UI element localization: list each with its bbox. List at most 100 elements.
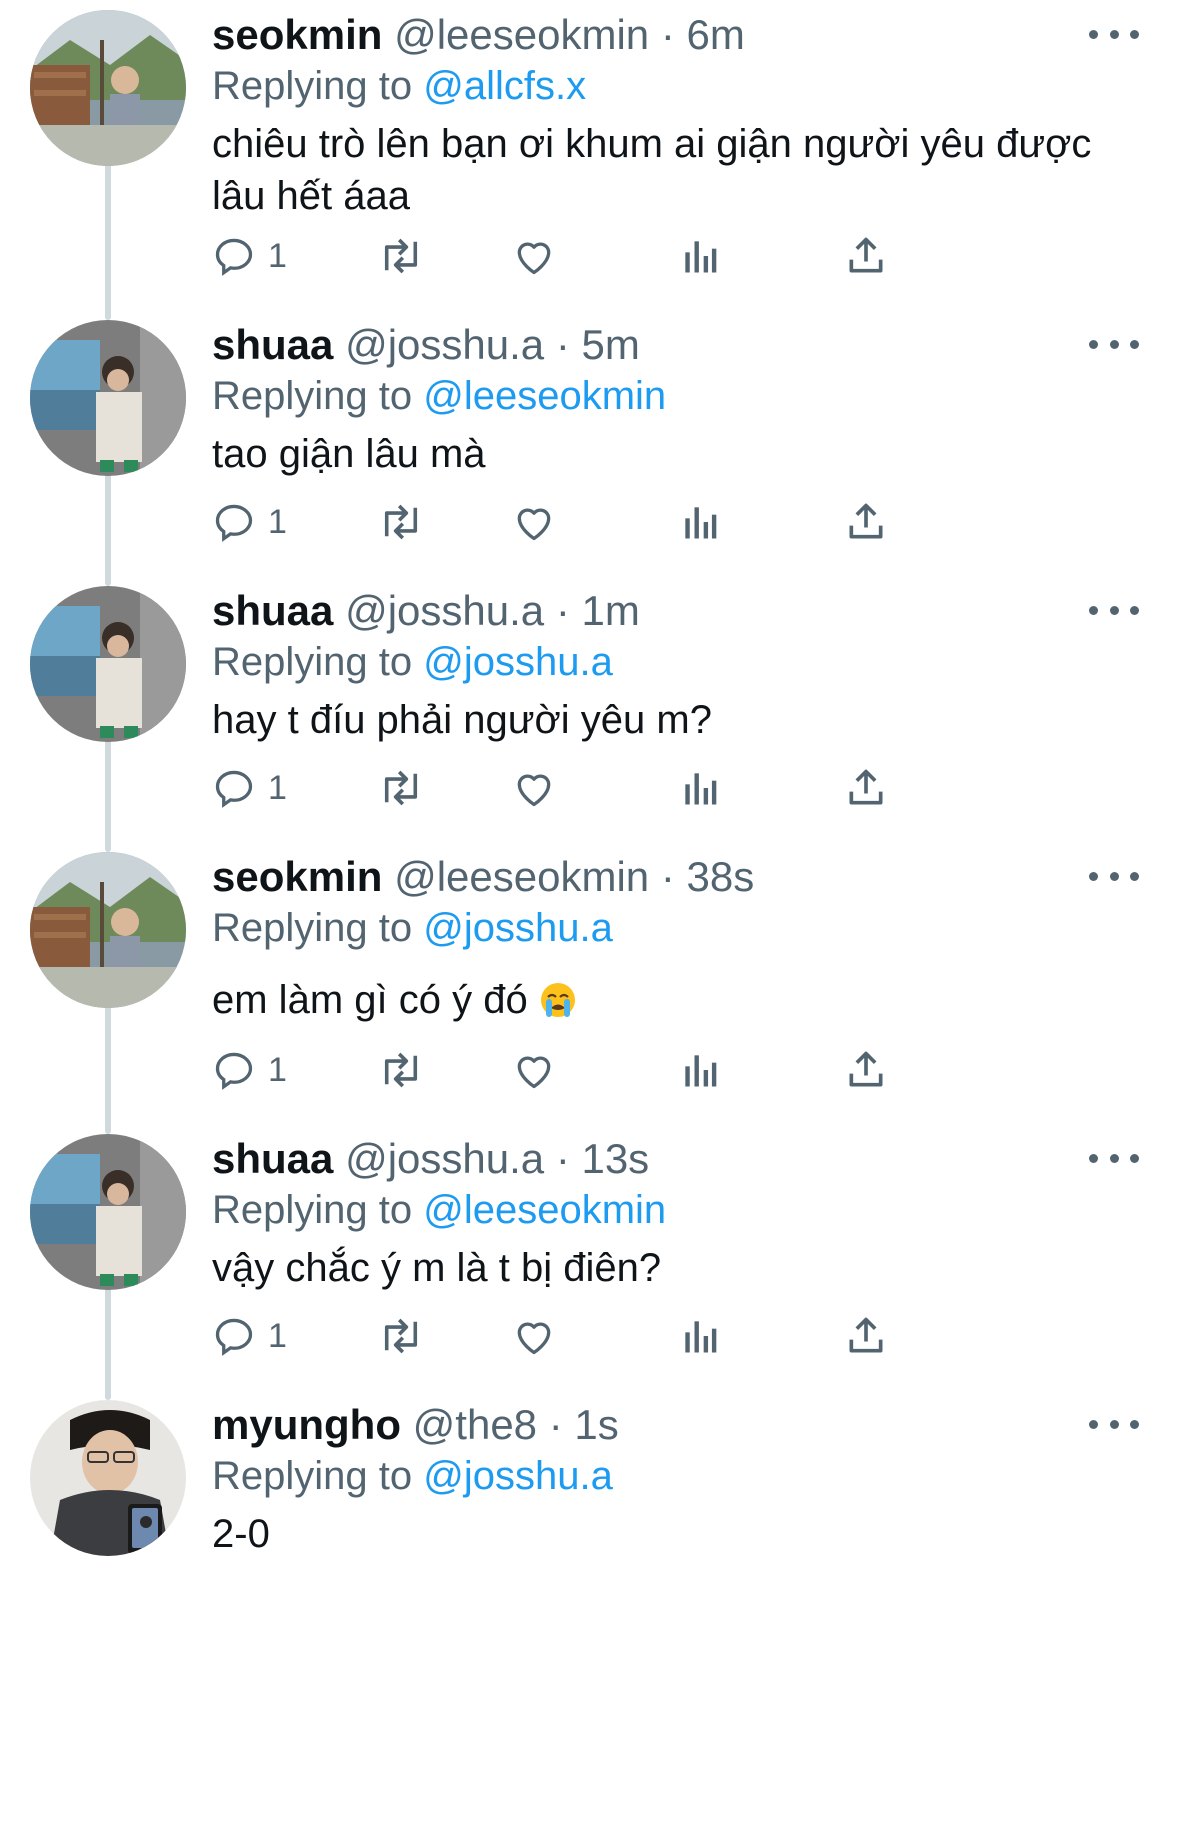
more-icon[interactable] [1089, 1146, 1139, 1170]
replying-to: Replying to @allcfs.x [212, 60, 1092, 112]
reply-button[interactable]: 1 [212, 1040, 287, 1100]
like-icon [517, 508, 551, 541]
replying-to: Replying to @leeseokmin [212, 1184, 1092, 1236]
retweet-button[interactable] [376, 1040, 426, 1100]
views-button[interactable] [680, 492, 720, 552]
reply-icon [215, 1052, 253, 1090]
reply-handle-link[interactable]: @allcfs.x [423, 64, 586, 108]
replying-to-label: Replying to [212, 374, 424, 418]
retweet-icon [384, 1318, 418, 1354]
like-button[interactable] [512, 226, 556, 286]
reply-handle-link[interactable]: @josshu.a [423, 640, 613, 684]
action-bar: 1 [212, 1040, 1072, 1100]
share-button[interactable] [844, 758, 888, 818]
action-bar: 1 [212, 758, 1072, 818]
views-icon [685, 507, 717, 539]
more-icon[interactable] [1089, 22, 1139, 46]
retweet-button[interactable] [376, 226, 426, 286]
views-button[interactable] [680, 1306, 720, 1366]
reply-icon [215, 504, 253, 542]
user-handle[interactable]: @the8 [413, 1401, 537, 1448]
display-name[interactable]: seokmin [212, 853, 382, 900]
user-handle[interactable]: @leeseokmin [394, 11, 649, 58]
views-icon [685, 1055, 717, 1087]
timestamp[interactable]: · 6m [661, 11, 745, 58]
user-handle[interactable]: @josshu.a [345, 321, 544, 368]
thread-line [105, 462, 111, 586]
views-button[interactable] [680, 758, 720, 818]
share-button[interactable] [844, 1040, 888, 1100]
more-icon[interactable] [1089, 864, 1139, 888]
replying-to-label: Replying to [212, 1188, 424, 1232]
action-bar: 1 [212, 226, 1072, 286]
more-icon[interactable] [1089, 1412, 1139, 1436]
display-name[interactable]: shuaa [212, 321, 333, 368]
reply-button[interactable]: 1 [212, 1306, 287, 1366]
reply-handle-link[interactable]: @josshu.a [423, 906, 613, 950]
display-name[interactable]: myungho [212, 1401, 401, 1448]
replying-to: Replying to @josshu.a [212, 636, 1092, 688]
avatar[interactable] [30, 1400, 186, 1556]
replying-to-label: Replying to [212, 1454, 424, 1498]
retweet-button[interactable] [376, 758, 426, 818]
reply-button[interactable]: 1 [212, 492, 287, 552]
reply-icon [215, 238, 253, 276]
share-button[interactable] [844, 492, 888, 552]
tweet-text: hay t đíu phải người yêu m? [212, 698, 712, 742]
reply-button[interactable]: 1 [212, 226, 287, 286]
thread-line [105, 152, 111, 320]
timestamp[interactable]: · 1s [549, 1401, 619, 1448]
views-button[interactable] [680, 226, 720, 286]
like-button[interactable] [512, 1306, 556, 1366]
retweet-icon [384, 1052, 418, 1088]
share-icon [849, 769, 883, 805]
reply-handle-link[interactable]: @leeseokmin [423, 374, 666, 418]
retweet-icon [384, 770, 418, 806]
avatar[interactable] [30, 586, 186, 742]
reply-button[interactable]: 1 [212, 758, 287, 818]
timestamp[interactable]: · 5m [556, 321, 640, 368]
views-icon [685, 773, 717, 805]
avatar[interactable] [30, 320, 186, 476]
thread-line [105, 1276, 111, 1400]
like-icon [517, 1056, 551, 1089]
display-name[interactable]: shuaa [212, 587, 333, 634]
tweet-text: vậy chắc ý m là t bị điên? [212, 1246, 662, 1290]
display-name[interactable]: seokmin [212, 11, 382, 58]
share-icon [849, 237, 883, 273]
retweet-button[interactable] [376, 492, 426, 552]
replying-to: Replying to @leeseokmin [212, 370, 1092, 422]
like-button[interactable] [512, 1040, 556, 1100]
avatar[interactable] [30, 852, 186, 1008]
share-button[interactable] [844, 1306, 888, 1366]
like-button[interactable] [512, 758, 556, 818]
like-icon [517, 774, 551, 807]
reply-handle-link[interactable]: @leeseokmin [423, 1188, 666, 1232]
user-handle[interactable]: @josshu.a [345, 1135, 544, 1182]
retweet-icon [384, 238, 418, 274]
action-bar: 1 [212, 1306, 1072, 1366]
more-icon[interactable] [1089, 332, 1139, 356]
views-icon [685, 1321, 717, 1353]
more-icon[interactable] [1089, 598, 1139, 622]
avatar[interactable] [30, 1134, 186, 1290]
timestamp[interactable]: · 13s [556, 1135, 649, 1182]
share-icon [849, 503, 883, 539]
like-button[interactable] [512, 492, 556, 552]
like-icon [517, 242, 551, 275]
retweet-button[interactable] [376, 1306, 426, 1366]
reply-handle-link[interactable]: @josshu.a [423, 1454, 613, 1498]
reply-count: 1 [268, 1050, 287, 1089]
tweet-text-row: em làm gì có ý đó [212, 974, 1092, 1032]
timestamp[interactable]: · 38s [661, 853, 754, 900]
share-icon [849, 1317, 883, 1353]
replying-to: Replying to @josshu.a [212, 902, 1092, 954]
user-handle[interactable]: @leeseokmin [394, 853, 649, 900]
replying-to: Replying to @josshu.a [212, 1450, 1092, 1502]
display-name[interactable]: shuaa [212, 1135, 333, 1182]
share-button[interactable] [844, 226, 888, 286]
avatar[interactable] [30, 10, 186, 166]
views-button[interactable] [680, 1040, 720, 1100]
timestamp[interactable]: · 1m [556, 587, 640, 634]
user-handle[interactable]: @josshu.a [345, 587, 544, 634]
